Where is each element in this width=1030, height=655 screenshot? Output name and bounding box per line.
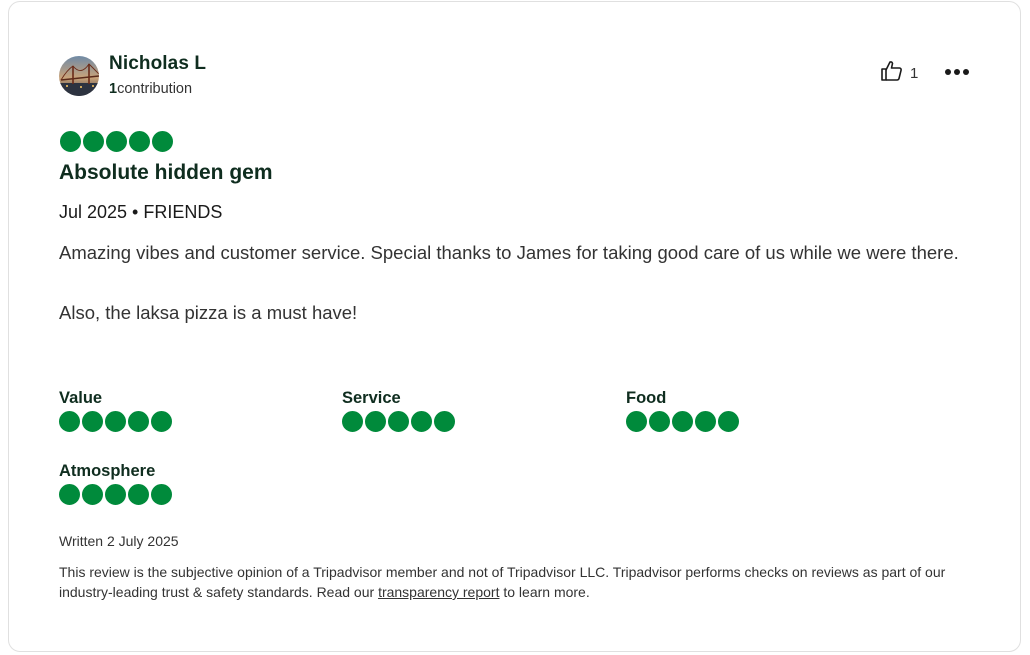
rating-bubble-filled <box>106 131 127 152</box>
avatar[interactable] <box>59 56 99 96</box>
subrating-bubbles <box>59 411 172 432</box>
subrating-value: Value <box>59 389 172 432</box>
contribution-label: contribution <box>117 81 193 97</box>
rating-bubble-filled <box>128 411 149 432</box>
subrating-label: Value <box>59 389 103 407</box>
rating-bubble-filled <box>82 411 103 432</box>
review-meta: Jul 2025 • FRIENDS <box>59 202 223 222</box>
subrating-bubbles <box>342 411 455 432</box>
contribution-count: 1contribution <box>109 81 192 97</box>
review-title[interactable]: Absolute hidden gem <box>59 161 273 185</box>
rating-bubble-filled <box>151 411 172 432</box>
rating-bubble-filled <box>59 411 80 432</box>
rating-bubble-filled <box>626 411 647 432</box>
avatar-image <box>59 56 99 96</box>
subrating-label: Food <box>626 389 667 407</box>
transparency-report-link[interactable]: transparency report <box>378 584 499 600</box>
rating-bubble-filled <box>649 411 670 432</box>
rating-bubble-filled <box>388 411 409 432</box>
review-disclaimer: This review is the subjective opinion of… <box>59 562 969 602</box>
rating-bubble-filled <box>365 411 386 432</box>
review-paragraph: Also, the laksa pizza is a must have! <box>59 302 358 323</box>
rating-bubble-filled <box>411 411 432 432</box>
disclaimer-text-end: to learn more. <box>499 584 590 600</box>
subrating-bubbles <box>59 484 172 505</box>
subrating-label: Atmosphere <box>59 462 156 480</box>
rating-bubble-filled <box>152 131 173 152</box>
rating-bubble-filled <box>128 484 149 505</box>
rating-bubble-filled <box>82 484 103 505</box>
contribution-number: 1 <box>109 81 118 97</box>
review-paragraph: Amazing vibes and customer service. Spec… <box>59 242 959 263</box>
rating-bubble-filled <box>695 411 716 432</box>
rating-bubble-filled <box>129 131 150 152</box>
helpful-vote-button[interactable]: 1 <box>880 60 918 87</box>
rating-bubble-filled <box>105 411 126 432</box>
helpful-count: 1 <box>910 65 919 82</box>
rating-bubble-filled <box>59 484 80 505</box>
rating-bubble-filled <box>434 411 455 432</box>
written-date: Written 2 July 2025 <box>59 533 179 549</box>
subrating-atmosphere: Atmosphere <box>59 462 172 505</box>
rating-bubble-filled <box>60 131 81 152</box>
rating-bubble-filled <box>105 484 126 505</box>
review-body: Amazing vibes and customer service. Spec… <box>59 238 959 358</box>
thumbs-up-icon <box>880 60 904 87</box>
rating-bubble-filled <box>342 411 363 432</box>
rating-bubble-filled <box>718 411 739 432</box>
subrating-bubbles <box>626 411 739 432</box>
more-icon <box>944 63 970 81</box>
more-options-button[interactable] <box>941 61 973 83</box>
rating-bubble-filled <box>672 411 693 432</box>
rating-bubble-filled <box>151 484 172 505</box>
subrating-label: Service <box>342 389 401 407</box>
subrating-service: Service <box>342 389 455 432</box>
reviewer-name[interactable]: Nicholas L <box>109 53 206 75</box>
rating-bubble-filled <box>83 131 104 152</box>
overall-rating <box>60 131 173 152</box>
subrating-food: Food <box>626 389 739 432</box>
